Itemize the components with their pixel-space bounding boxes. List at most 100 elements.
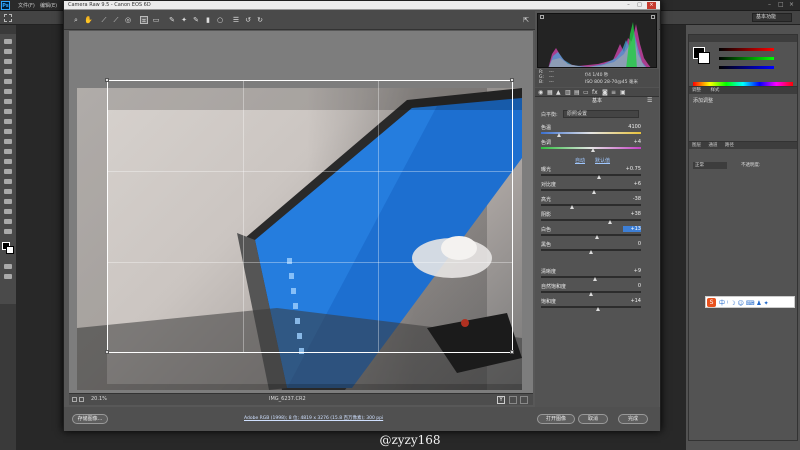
done-button[interactable]: 完成 <box>618 414 648 424</box>
rotate-cw-icon[interactable]: ↻ <box>256 16 264 24</box>
tab-layers[interactable]: 图层 <box>692 143 701 148</box>
slider-value[interactable]: +13 <box>623 226 641 232</box>
before-after-icon[interactable] <box>509 396 517 404</box>
highlight-clipping-icon[interactable] <box>651 15 655 19</box>
tab-channels[interactable]: 通道 <box>708 143 717 148</box>
lasso-tool-icon[interactable] <box>4 59 12 64</box>
red-slider[interactable] <box>719 48 774 51</box>
slider-track[interactable] <box>541 174 641 176</box>
white-balance-tool-icon[interactable]: ⟋ <box>100 16 108 24</box>
history-brush-tool-icon[interactable] <box>4 129 12 134</box>
eraser-tool-icon[interactable] <box>4 139 12 144</box>
default-link[interactable]: 默认值 <box>595 157 610 164</box>
crop-handle-top-right[interactable] <box>510 78 514 82</box>
crop-handle-top-left[interactable] <box>105 78 109 82</box>
zoom-out-icon[interactable] <box>72 397 77 402</box>
rotate-ccw-icon[interactable]: ↺ <box>244 16 252 24</box>
crop-frame[interactable] <box>105 78 514 354</box>
slider-value[interactable]: -38 <box>623 196 641 202</box>
auto-link[interactable]: 自动 <box>575 157 585 164</box>
marquee-tool-icon[interactable] <box>4 49 12 54</box>
move-tool-icon[interactable] <box>4 39 12 44</box>
zoom-tool-icon[interactable] <box>4 229 12 234</box>
tab-camera-calibration-icon[interactable]: ◙ <box>602 89 608 96</box>
zoom-in-icon[interactable] <box>79 397 84 402</box>
slider-thumb[interactable] <box>595 235 599 239</box>
preferences-icon[interactable]: ☰ <box>232 16 240 24</box>
slider-thumb[interactable] <box>593 277 597 281</box>
brush-tool-icon[interactable] <box>4 109 12 114</box>
slider-value[interactable]: +38 <box>623 211 641 217</box>
close-icon[interactable]: × <box>789 1 798 9</box>
crop-handle-bottom-right[interactable] <box>510 350 514 354</box>
red-eye-tool-icon[interactable]: ✦ <box>180 16 188 24</box>
workflow-options-link[interactable]: Adobe RGB (1998); 8 位; 4819 x 3276 (15.8… <box>244 415 383 421</box>
eyedropper-tool-icon[interactable] <box>4 89 12 94</box>
minimize-icon[interactable]: – <box>624 2 633 9</box>
slider-value[interactable]: 0 <box>623 241 641 247</box>
clone-stamp-tool-icon[interactable] <box>4 119 12 124</box>
tab-tone-curve-icon[interactable]: ▦ <box>547 89 553 96</box>
marquee-tool-icon[interactable] <box>4 14 12 22</box>
save-image-button[interactable]: 存储图像... <box>72 414 108 424</box>
crop-tool-icon[interactable] <box>4 79 12 84</box>
slider-value[interactable]: +9 <box>623 268 641 274</box>
shadow-clipping-icon[interactable] <box>540 15 544 19</box>
maximize-icon[interactable]: □ <box>778 1 787 9</box>
blur-tool-icon[interactable] <box>4 159 12 164</box>
slider-value[interactable]: +0.75 <box>623 166 641 172</box>
slider-value[interactable]: +6 <box>623 181 641 187</box>
tab-basic-icon[interactable]: ◉ <box>538 89 543 96</box>
white-balance-select[interactable]: 原照设置 <box>563 110 639 118</box>
targeted-adjustment-tool-icon[interactable]: ◎ <box>124 16 132 24</box>
background-color-swatch[interactable] <box>6 246 14 254</box>
color-sampler-tool-icon[interactable]: ⟋ <box>112 16 120 24</box>
slider-track[interactable] <box>541 276 641 278</box>
slider-thumb[interactable] <box>557 133 561 137</box>
green-slider[interactable] <box>719 57 774 60</box>
dodge-tool-icon[interactable] <box>4 169 12 174</box>
tab-effects-icon[interactable]: fx <box>592 89 598 96</box>
slider-value[interactable]: 0 <box>623 283 641 289</box>
gradient-tool-icon[interactable] <box>4 149 12 154</box>
blue-slider[interactable] <box>719 66 774 69</box>
tab-split-toning-icon[interactable]: ▤ <box>574 89 580 96</box>
tab-adjustments[interactable]: 调整 <box>692 88 701 93</box>
quick-select-tool-icon[interactable] <box>4 69 12 74</box>
crop-tool-icon[interactable]: ⌗ <box>140 16 148 25</box>
image-preview[interactable] <box>69 31 533 393</box>
maximize-icon[interactable]: □ <box>635 2 644 9</box>
ime-toolbar[interactable]: S 中 ⁾ ☽ ☺ ⌨ ♟ ✦ <box>705 296 795 308</box>
preview-toggle-icon[interactable]: Y <box>497 396 505 404</box>
workspace-switcher[interactable]: 基本功能 <box>752 13 792 22</box>
zoom-level[interactable]: 20.1% <box>91 396 107 402</box>
type-tool-icon[interactable] <box>4 189 12 194</box>
adjustment-brush-tool-icon[interactable]: ✎ <box>192 16 200 24</box>
slider-thumb[interactable] <box>596 307 600 311</box>
close-icon[interactable]: × <box>647 2 656 9</box>
tab-paths[interactable]: 路径 <box>725 143 734 148</box>
slider-track[interactable] <box>541 306 641 308</box>
slider-thumb[interactable] <box>592 190 596 194</box>
slider-thumb[interactable] <box>597 175 601 179</box>
slider-thumb[interactable] <box>570 205 574 209</box>
hand-tool-icon[interactable]: ✋ <box>84 16 93 24</box>
pen-tool-icon[interactable] <box>4 179 12 184</box>
spot-removal-tool-icon[interactable]: ✎ <box>168 16 176 24</box>
slider-thumb[interactable] <box>589 292 593 296</box>
screen-mode-icon[interactable] <box>4 274 12 279</box>
straighten-tool-icon[interactable]: ▭ <box>152 16 160 24</box>
shape-tool-icon[interactable] <box>4 209 12 214</box>
fullscreen-icon[interactable]: ⇱ <box>522 16 530 24</box>
slider-track[interactable] <box>541 234 641 236</box>
blend-mode-select[interactable]: 正常 <box>693 162 727 169</box>
tab-presets-icon[interactable]: ≡ <box>611 89 616 96</box>
cancel-button[interactable]: 取消 <box>578 414 608 424</box>
background-color-swatch[interactable] <box>698 52 710 64</box>
tab-lens-icon[interactable]: ▭ <box>583 89 589 96</box>
tab-snapshots-icon[interactable]: ▣ <box>620 89 626 96</box>
slider-track[interactable] <box>541 219 641 221</box>
open-image-button[interactable]: 打开图像 <box>537 414 575 424</box>
slider-thumb[interactable] <box>608 220 612 224</box>
radial-filter-icon[interactable]: ○ <box>216 16 224 24</box>
